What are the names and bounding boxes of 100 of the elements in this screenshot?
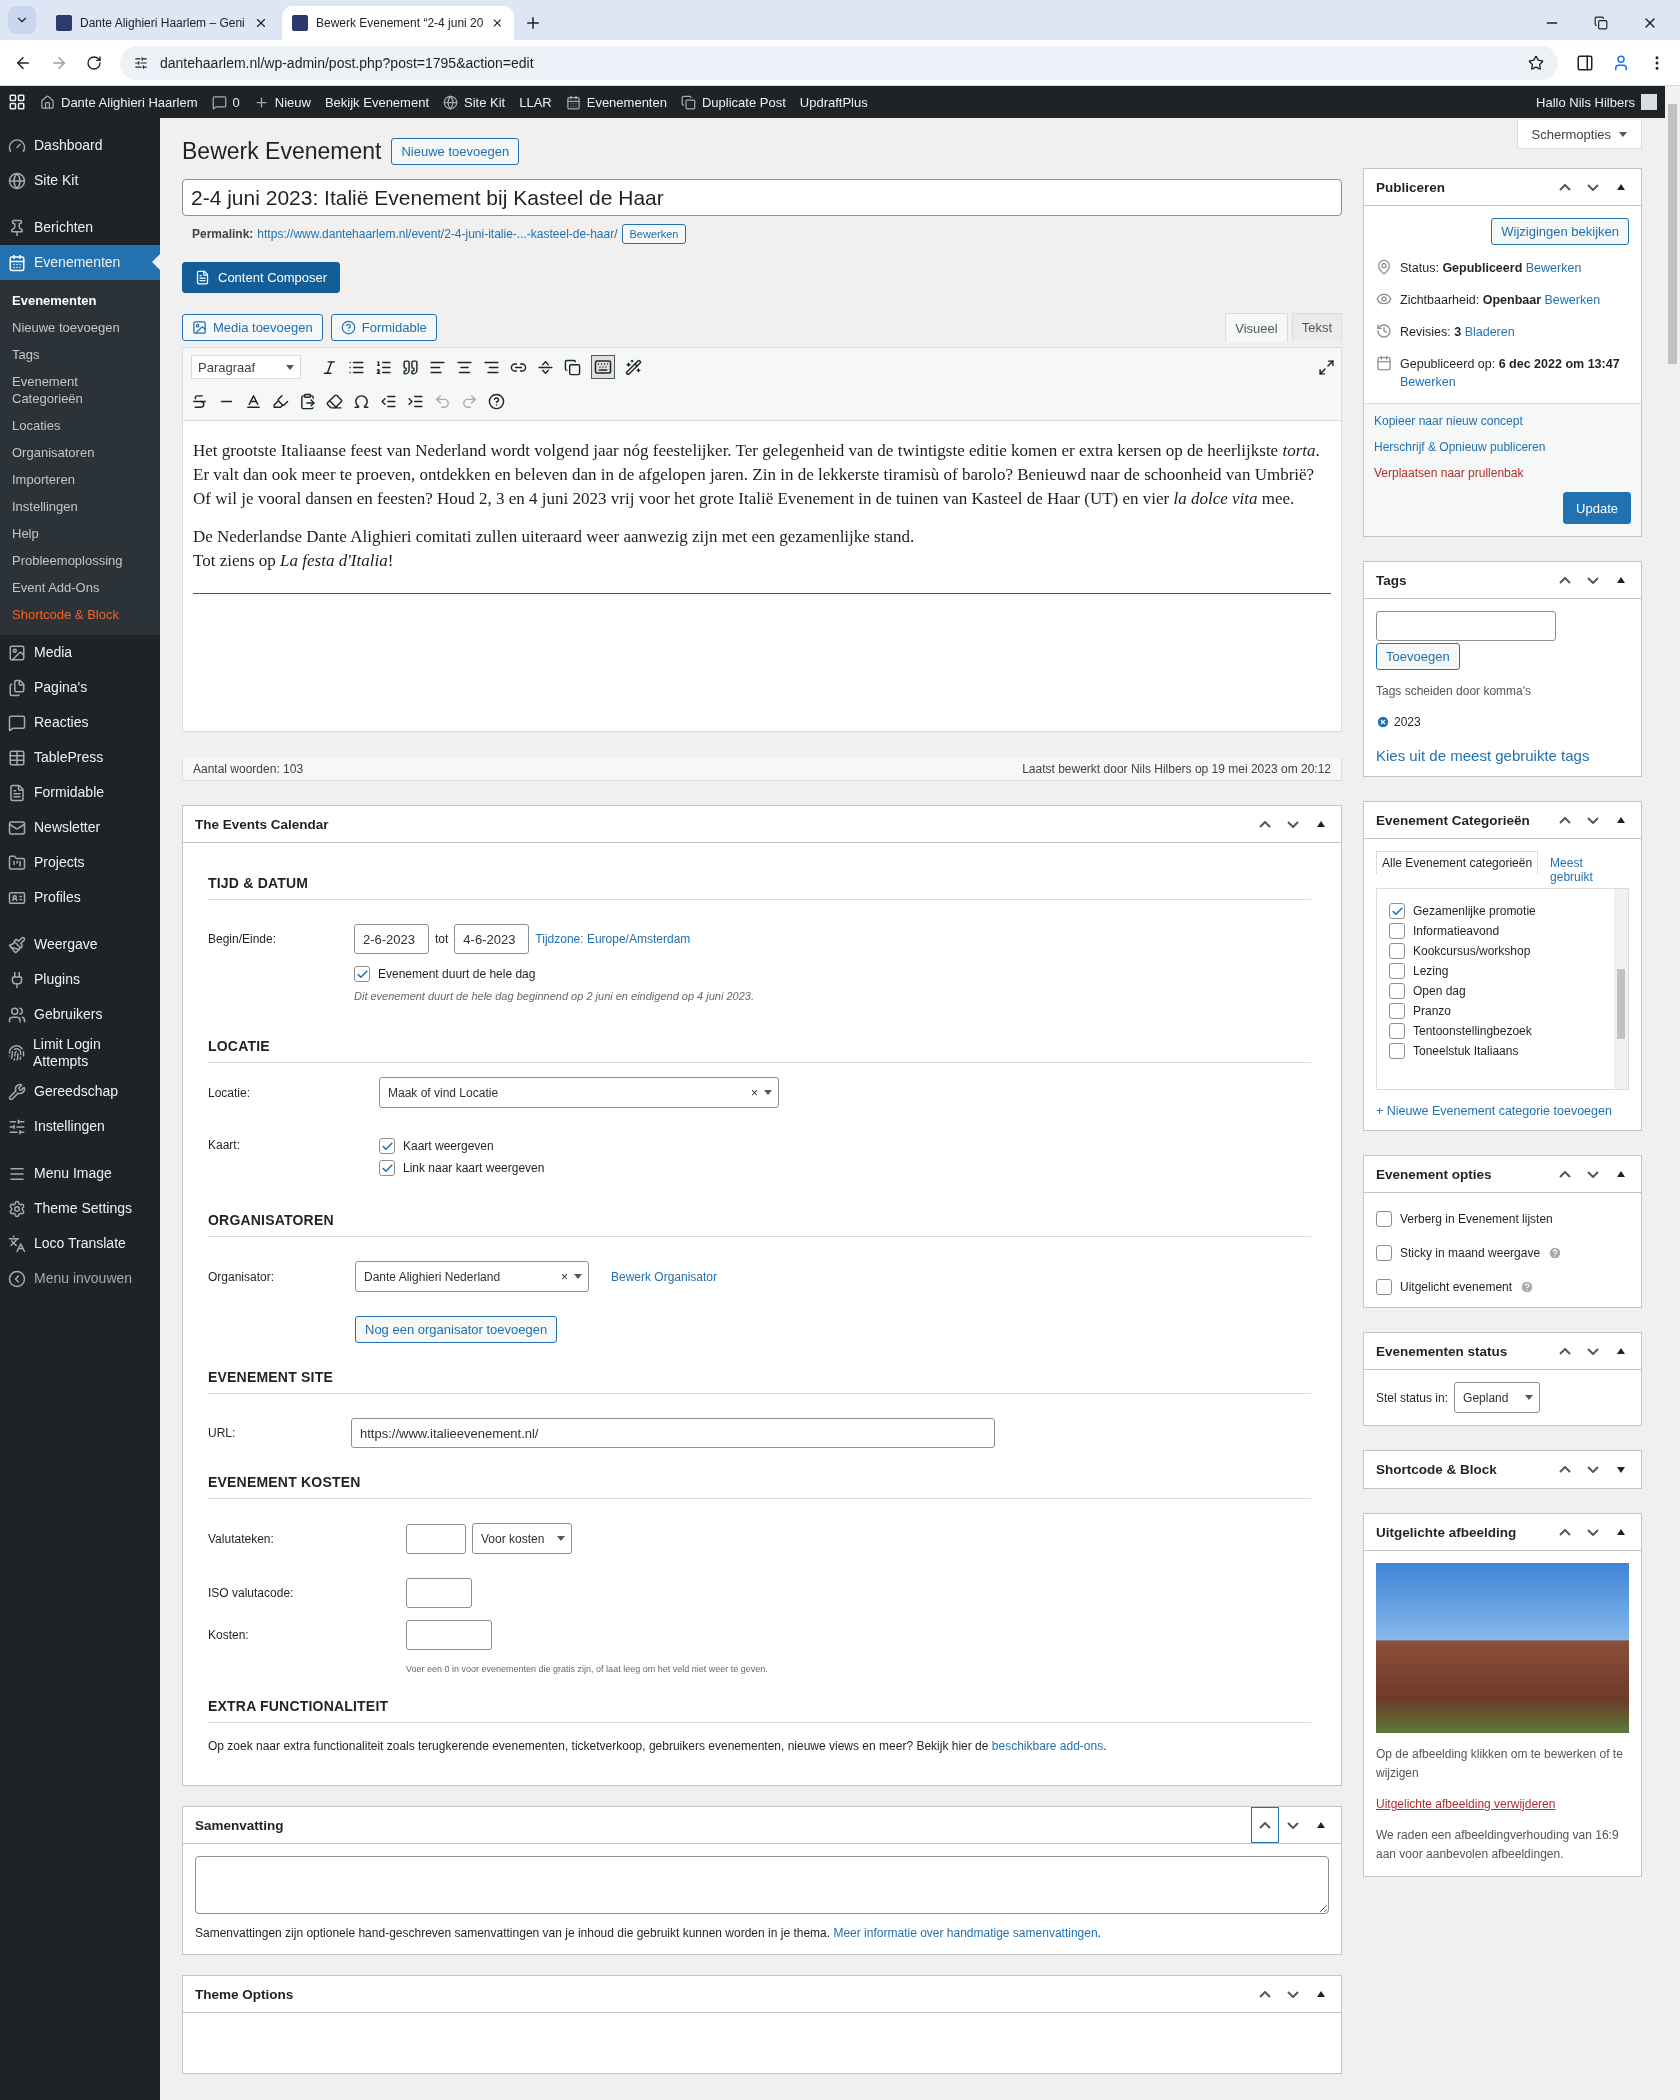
- site-info-icon[interactable]: [134, 55, 148, 70]
- checkbox[interactable]: [1376, 1245, 1392, 1261]
- submenu-item[interactable]: Probleemoplossing: [0, 547, 160, 574]
- currency-position-select[interactable]: Voor kosten: [472, 1523, 572, 1554]
- tag-field[interactable]: [1376, 611, 1556, 641]
- checkbox[interactable]: [379, 1160, 395, 1176]
- sidebar-item[interactable]: Newsletter: [0, 810, 160, 845]
- edit-link[interactable]: Bewerken: [1525, 261, 1582, 275]
- location-select[interactable]: Maak of vind Locatie ×: [379, 1077, 779, 1108]
- sidebar-item[interactable]: Media: [0, 635, 160, 670]
- end-date-field[interactable]: 4-6-2023: [454, 924, 530, 954]
- toolbar-toggle-button[interactable]: [591, 355, 615, 379]
- close-icon[interactable]: [254, 16, 268, 30]
- numbered-list-icon[interactable]: [375, 358, 392, 376]
- action-link[interactable]: Verplaatsen naar prullenbak: [1374, 466, 1631, 480]
- submenu-item[interactable]: Organisatoren: [0, 439, 160, 466]
- permalink-link[interactable]: https://www.dantehaarlem.nl/event/2-4-juni-italie-...-kasteel-de-haar/: [257, 227, 618, 241]
- sidebar-item[interactable]: Weergave: [0, 927, 160, 962]
- admin-bar-link[interactable]: Site Kit: [443, 94, 506, 110]
- preview-changes-button[interactable]: Wijzigingen bekijken: [1491, 218, 1629, 245]
- excerpt-field[interactable]: [195, 1856, 1329, 1914]
- sidebar-item[interactable]: Loco Translate: [0, 1226, 160, 1261]
- checkbox[interactable]: [379, 1138, 395, 1154]
- most-used-tags-link[interactable]: Kies uit de meest gebruikte tags: [1376, 747, 1629, 764]
- admin-bar-link[interactable]: Bekijk Evenement: [324, 94, 429, 110]
- checkbox[interactable]: [1389, 943, 1405, 959]
- eraser-icon[interactable]: [326, 392, 343, 410]
- photo-placeholder[interactable]: [1376, 1563, 1629, 1733]
- organizer-select[interactable]: Dante Alighieri Nederland ×: [355, 1261, 589, 1292]
- checkbox[interactable]: [1389, 1023, 1405, 1039]
- sidebar-item[interactable]: Projects: [0, 845, 160, 880]
- sidebar-item[interactable]: Evenementen: [0, 245, 160, 280]
- sidebar-item[interactable]: TablePress: [0, 740, 160, 775]
- account-menu[interactable]: Hallo Nils Hilbers: [1536, 94, 1657, 110]
- sidebar-item[interactable]: Limit Login Attempts: [0, 1032, 160, 1074]
- submenu-item[interactable]: Locaties: [0, 412, 160, 439]
- submenu-item[interactable]: Importeren: [0, 466, 160, 493]
- highlight-color-icon[interactable]: [272, 392, 289, 410]
- add-tag-button[interactable]: Toevoegen: [1376, 643, 1460, 670]
- submenu-item[interactable]: Evenement Categorieën: [0, 368, 160, 412]
- admin-bar-link[interactable]: Nieuw: [253, 94, 311, 110]
- add-organizer-button[interactable]: Nog een organisator toevoegen: [355, 1316, 558, 1343]
- checkbox[interactable]: [1389, 1003, 1405, 1019]
- remove-tag-icon[interactable]: [1376, 715, 1390, 729]
- submenu-item[interactable]: Instellingen: [0, 493, 160, 520]
- checkbox[interactable]: [1389, 1043, 1405, 1059]
- edit-link[interactable]: Bewerken: [1544, 293, 1601, 307]
- sidebar-item[interactable]: Plugins: [0, 962, 160, 997]
- sidebar-item[interactable]: Profiles: [0, 880, 160, 915]
- content-composer-button[interactable]: Content Composer: [182, 262, 341, 293]
- submenu-item[interactable]: Shortcode & Block: [0, 601, 160, 628]
- sidebar-item[interactable]: Site Kit: [0, 163, 160, 198]
- status-select[interactable]: Gepland: [1454, 1382, 1541, 1413]
- restore-icon[interactable]: [1594, 16, 1608, 30]
- sidebar-item[interactable]: Formidable: [0, 775, 160, 810]
- italic-icon[interactable]: [321, 358, 338, 376]
- checkbox[interactable]: [1389, 963, 1405, 979]
- edit-link[interactable]: Bladeren: [1464, 325, 1515, 339]
- admin-bar-link[interactable]: Dante Alighieri Haarlem: [40, 94, 198, 110]
- currency-symbol-field[interactable]: [406, 1523, 466, 1554]
- omega-icon[interactable]: [353, 392, 370, 410]
- admin-bar-link[interactable]: Evenementen: [565, 94, 667, 110]
- page-break-icon[interactable]: [564, 358, 581, 376]
- admin-bar-link[interactable]: Duplicate Post: [680, 94, 786, 110]
- strikethrough-icon[interactable]: [191, 392, 208, 410]
- reload-icon[interactable]: [86, 54, 102, 71]
- media-button[interactable]: Media toevoegen: [182, 314, 323, 341]
- checkbox[interactable]: [1376, 1211, 1392, 1227]
- help-link[interactable]: Meer informatie over handmatige samenvattingen: [833, 1926, 1098, 1940]
- side-panel-icon[interactable]: [1576, 53, 1594, 72]
- read-more-icon[interactable]: [537, 358, 554, 376]
- sidebar-item[interactable]: Reacties: [0, 705, 160, 740]
- profile-icon[interactable]: [1612, 53, 1630, 72]
- sidebar-item[interactable]: Theme Settings: [0, 1191, 160, 1226]
- checkbox[interactable]: [354, 966, 370, 982]
- submenu-item[interactable]: Event Add-Ons: [0, 574, 160, 601]
- text-color-icon[interactable]: [245, 392, 262, 410]
- submenu-item[interactable]: Help: [0, 520, 160, 547]
- bookmark-icon[interactable]: [1528, 54, 1544, 71]
- address-bar[interactable]: dantehaarlem.nl/wp-admin/post.php?post=1795&action=edit: [120, 45, 1558, 80]
- sidebar-item[interactable]: Pagina's: [0, 670, 160, 705]
- format-select[interactable]: Paragraaf: [191, 355, 301, 379]
- remove-image-link[interactable]: Uitgelichte afbeelding verwijderen: [1376, 1795, 1629, 1814]
- sidebar-item[interactable]: Menu invouwen: [0, 1261, 160, 1296]
- add-new-button[interactable]: Nieuwe toevoegen: [391, 138, 520, 165]
- admin-bar-link[interactable]: UpdraftPlus: [799, 94, 868, 110]
- edit-link[interactable]: Bewerken: [1400, 375, 1456, 389]
- sidebar-item[interactable]: Gebruikers: [0, 997, 160, 1032]
- checkbox[interactable]: [1389, 983, 1405, 999]
- editor-tab[interactable]: Tekst: [1291, 313, 1342, 341]
- editor-tab[interactable]: Visueel: [1225, 313, 1288, 342]
- admin-bar-link[interactable]: LLAR: [519, 94, 552, 110]
- help-icon[interactable]: [488, 392, 505, 410]
- start-date-field[interactable]: 2-6-2023: [354, 924, 429, 954]
- cost-field[interactable]: [406, 1620, 492, 1650]
- submenu-item[interactable]: Evenementen: [0, 287, 160, 314]
- quote-icon[interactable]: [402, 358, 419, 376]
- screen-options-button[interactable]: Schermopties: [1516, 120, 1642, 149]
- close-icon[interactable]: [491, 16, 504, 30]
- title-field[interactable]: 2-4 juni 2023: Italië Evenement bij Kasteel de Haar: [182, 179, 1342, 216]
